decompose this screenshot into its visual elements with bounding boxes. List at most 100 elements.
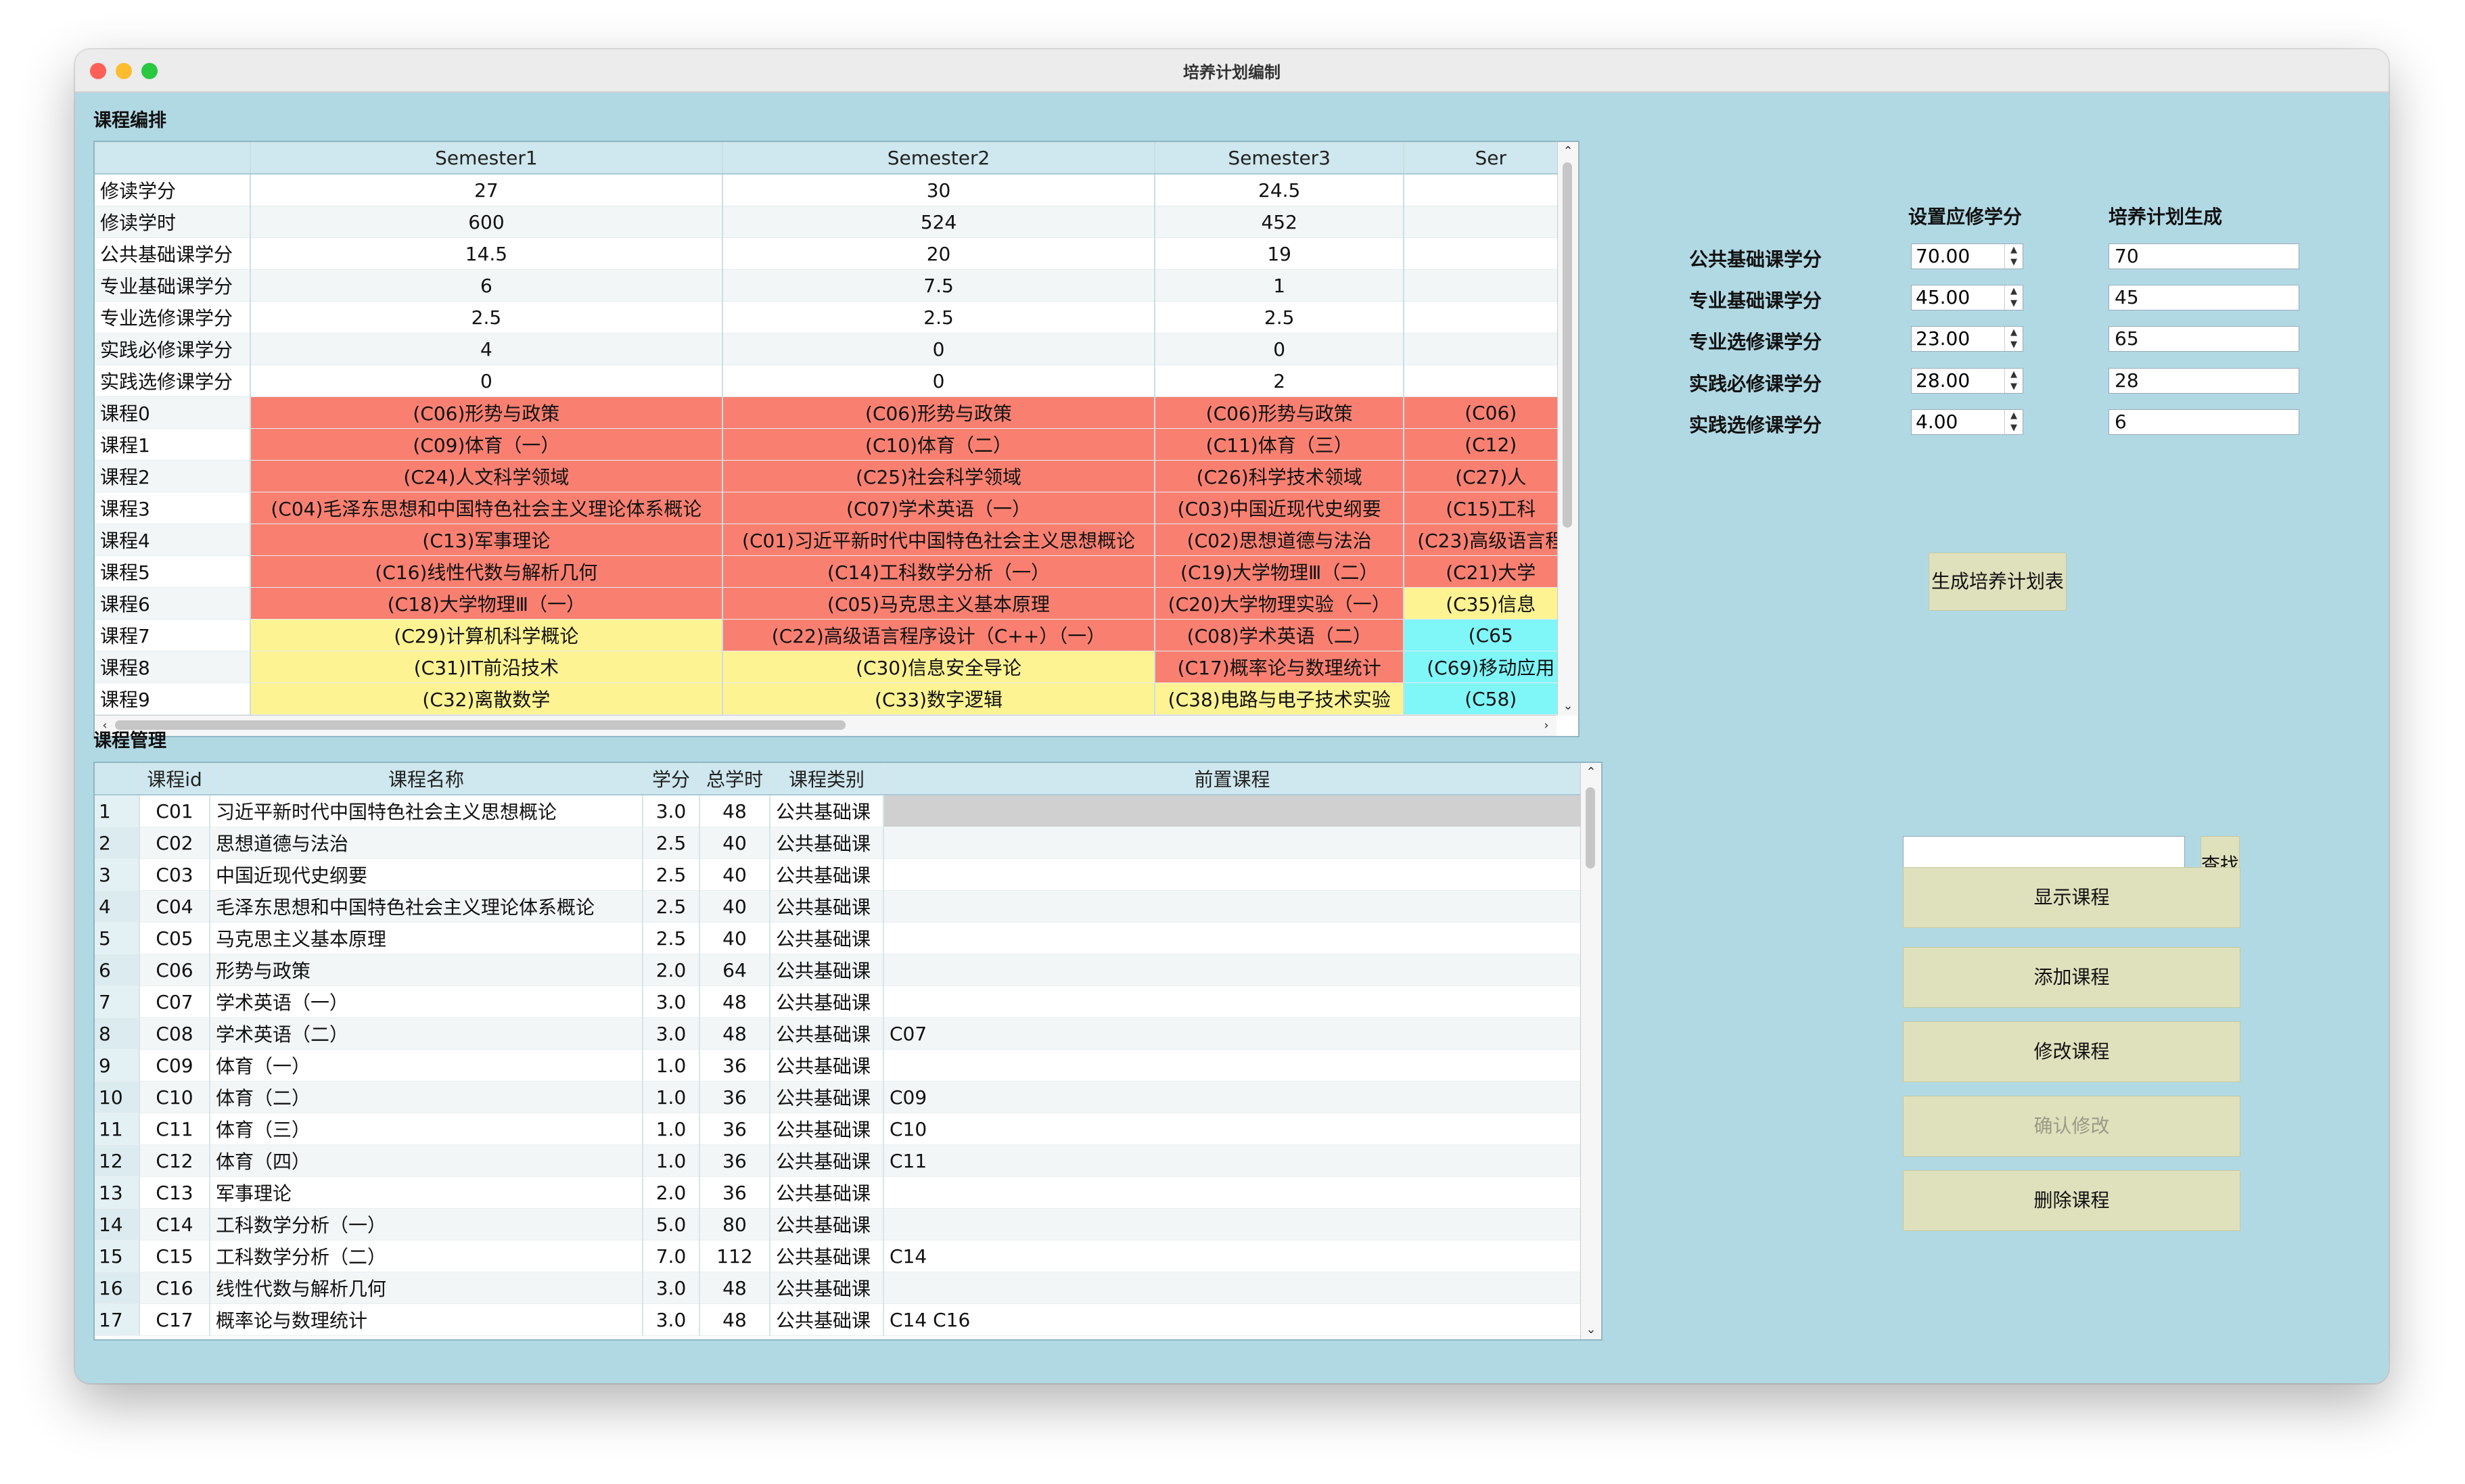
semester-cell[interactable]: (C23)高级语言程 (1404, 524, 1578, 556)
course-hours-cell[interactable]: 40 (699, 827, 770, 859)
course-id-cell[interactable]: C09 (139, 1049, 210, 1082)
semester-cell[interactable]: 6 (250, 269, 724, 302)
course-row-index[interactable]: 14 (95, 1208, 140, 1240)
semester-cell[interactable]: (C24)人文科学领域 (250, 460, 724, 492)
generated-credit-field[interactable]: 6 (2109, 409, 2299, 435)
course-hours-cell[interactable]: 48 (699, 986, 770, 1018)
scroll-thumb[interactable] (1563, 162, 1572, 528)
course-prereq-cell[interactable]: C07 (883, 1017, 1582, 1050)
semester-cell[interactable]: 0 (1154, 333, 1405, 365)
course-credit-cell[interactable]: 5.0 (643, 1208, 700, 1240)
semester-column-header[interactable]: Semester3 (1154, 142, 1405, 175)
semester-cell[interactable]: (C32)离散数学 (250, 682, 724, 715)
semester-column-header[interactable]: Semester1 (250, 142, 724, 175)
course-prereq-cell[interactable]: C10 (883, 1113, 1582, 1145)
semester-cell[interactable]: (C30)信息安全导论 (722, 651, 1155, 683)
course-name-cell[interactable]: 线性代数与解析几何 (210, 1272, 643, 1304)
course-name-cell[interactable]: 工科数学分析（一） (210, 1208, 643, 1240)
course-row-index[interactable]: 4 (95, 890, 140, 923)
course-column-header[interactable]: 学分 (643, 763, 700, 795)
course-name-cell[interactable]: 军事理论 (210, 1176, 643, 1209)
semester-cell[interactable]: 4 (250, 333, 724, 365)
course-row-index[interactable]: 16 (95, 1272, 140, 1304)
course-row-index[interactable]: 7 (95, 986, 140, 1018)
semester-cell[interactable]: (C07)学术英语（一） (722, 492, 1155, 524)
required-credit-input[interactable] (1912, 327, 2008, 350)
course-credit-cell[interactable]: 3.0 (643, 1303, 700, 1336)
course-type-cell[interactable]: 公共基础课 (770, 922, 884, 954)
course-id-cell[interactable]: C06 (139, 954, 210, 986)
semester-cell[interactable]: 2.5 (250, 301, 724, 333)
course-credit-cell[interactable]: 2.5 (643, 890, 700, 923)
semester-cell[interactable]: (C05)马克思主义基本原理 (722, 587, 1155, 620)
table-row[interactable]: 6 C06 形势与政策 2.0 64 公共基础课 (95, 954, 1582, 986)
scroll-thumb[interactable] (1586, 787, 1595, 868)
required-credit-spinbox[interactable]: ▲▼ (1911, 244, 2023, 269)
required-credit-input[interactable] (1912, 369, 2008, 392)
semester-vertical-scrollbar[interactable]: ⌃ ⌄ (1557, 142, 1578, 716)
semester-cell[interactable]: 19 (1154, 237, 1405, 270)
course-row-index[interactable]: 9 (95, 1049, 140, 1082)
semester-cell[interactable]: 600 (250, 206, 724, 238)
course-credit-cell[interactable]: 1.0 (643, 1049, 700, 1082)
table-row[interactable]: 1 C01 习近平新时代中国特色社会主义思想概论 3.0 48 公共基础课 (95, 795, 1582, 827)
course-hours-cell[interactable]: 64 (699, 954, 770, 986)
course-id-cell[interactable]: C15 (139, 1240, 210, 1272)
required-credit-spinbox[interactable]: ▲▼ (1911, 409, 2023, 435)
course-id-cell[interactable]: C10 (139, 1081, 210, 1113)
course-name-cell[interactable]: 思想道德与法治 (210, 827, 643, 859)
semester-horizontal-scrollbar[interactable]: ‹ › (95, 715, 1557, 736)
semester-cell[interactable]: 452 (1154, 206, 1405, 238)
table-row[interactable]: 15 C15 工科数学分析（二） 7.0 112 公共基础课 C14 (95, 1240, 1582, 1272)
table-row[interactable]: 4 C04 毛泽东思想和中国特色社会主义理论体系概论 2.5 40 公共基础课 (95, 890, 1582, 923)
course-type-cell[interactable]: 公共基础课 (770, 1176, 884, 1209)
semester-cell[interactable]: (C02)思想道德与法治 (1154, 524, 1405, 556)
semester-cell[interactable]: 2.5 (722, 301, 1155, 333)
course-credit-cell[interactable]: 2.0 (643, 1176, 700, 1209)
required-credit-input[interactable] (1912, 285, 2008, 308)
semester-cell[interactable]: 0 (250, 365, 724, 397)
course-type-cell[interactable]: 公共基础课 (770, 1208, 884, 1240)
course-name-cell[interactable]: 体育（三） (210, 1113, 643, 1145)
semester-column-header[interactable]: Semester2 (722, 142, 1155, 175)
semester-cell[interactable]: (C22)高级语言程序设计（C++）（一） (722, 619, 1155, 651)
course-credit-cell[interactable]: 1.0 (643, 1113, 700, 1145)
course-prereq-cell[interactable]: C09 (883, 1081, 1582, 1113)
course-name-cell[interactable]: 体育（一） (210, 1049, 643, 1082)
course-type-cell[interactable]: 公共基础课 (770, 954, 884, 986)
course-hours-cell[interactable]: 48 (699, 795, 770, 827)
semester-cell[interactable]: 27 (250, 174, 724, 206)
table-row[interactable]: 2 C02 思想道德与法治 2.5 40 公共基础课 (95, 827, 1582, 859)
semester-cell[interactable]: (C27)人 (1404, 460, 1578, 492)
semester-cell[interactable]: (C04)毛泽东思想和中国特色社会主义理论体系概论 (250, 492, 724, 524)
course-prereq-cell[interactable] (883, 954, 1582, 986)
spin-arrows-icon[interactable]: ▲ ▼ (2004, 369, 2023, 393)
course-credit-cell[interactable]: 1.0 (643, 1144, 700, 1177)
course-prereq-cell[interactable] (883, 827, 1582, 859)
table-row[interactable]: 5 C05 马克思主义基本原理 2.5 40 公共基础课 (95, 922, 1582, 954)
course-row-index[interactable]: 2 (95, 827, 140, 859)
course-credit-cell[interactable]: 3.0 (643, 1017, 700, 1050)
course-hours-cell[interactable]: 112 (699, 1240, 770, 1272)
course-type-cell[interactable]: 公共基础课 (770, 858, 884, 891)
semester-cell[interactable]: 20 (722, 237, 1155, 270)
semester-column-header[interactable] (95, 142, 251, 175)
semester-cell[interactable]: (C06)形势与政策 (1154, 396, 1405, 429)
course-row-index[interactable]: 10 (95, 1081, 140, 1113)
table-row[interactable]: 13 C13 军事理论 2.0 36 公共基础课 (95, 1176, 1582, 1209)
course-row-index[interactable]: 12 (95, 1144, 140, 1177)
semester-cell[interactable]: (C58) (1404, 682, 1578, 715)
required-credit-spinbox[interactable]: ▲▼ (1911, 326, 2023, 352)
semester-cell[interactable]: (C19)大学物理Ⅲ（二） (1154, 555, 1405, 588)
semester-table[interactable]: Semester1 Semester2 Semester3 Ser 修读学分 27 30 2… (93, 141, 1580, 737)
semester-cell[interactable]: (C03)中国近现代史纲要 (1154, 492, 1405, 524)
semester-cell[interactable]: (C01)习近平新时代中国特色社会主义思想概论 (722, 524, 1155, 556)
course-row-index[interactable]: 15 (95, 1240, 140, 1272)
course-prereq-cell[interactable]: C14 C16 (883, 1303, 1582, 1336)
course-id-cell[interactable]: C11 (139, 1113, 210, 1145)
course-name-cell[interactable]: 体育（四） (210, 1144, 643, 1177)
semester-cell[interactable]: 0 (722, 365, 1155, 397)
semester-cell[interactable]: (C14)工科数学分析（一） (722, 555, 1155, 588)
semester-cell[interactable]: (C38)电路与电子技术实验 (1154, 682, 1405, 715)
course-prereq-cell[interactable] (883, 1272, 1582, 1304)
